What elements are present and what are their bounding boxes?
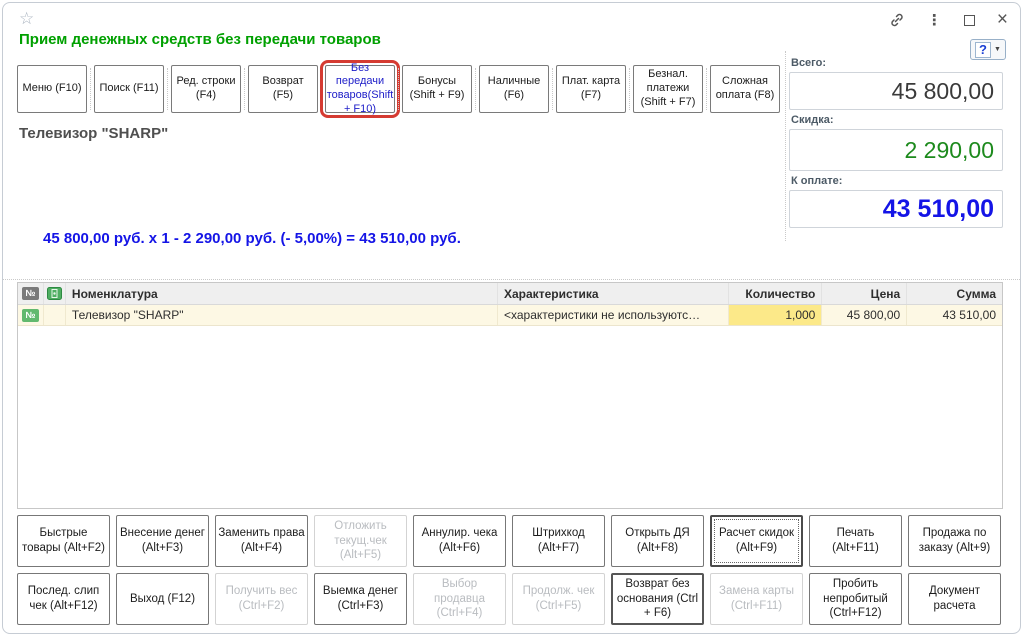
current-item-title: Телевизор "SHARP" [19, 125, 168, 142]
no-goods-transfer-button[interactable]: Без передачи товаров(Shift + F10) [325, 65, 395, 113]
complex-payment-button[interactable]: Сложная оплата (F8) [710, 65, 780, 113]
window-controls: ⋮ × [889, 11, 1008, 29]
row-number-icon: № [22, 287, 38, 300]
cashless-payments-button[interactable]: Безнал. платежи (Shift + F7) [633, 65, 703, 113]
pos-window: ☆ ⋮ × Прием денежных средств без передач… [2, 2, 1021, 634]
money-icon [47, 287, 62, 300]
more-menu-icon[interactable]: ⋮ [927, 11, 942, 29]
payment-card-button[interactable]: Плат. карта (F7) [556, 65, 626, 113]
return-without-basis-button[interactable]: Возврат без основания (Ctrl + F6) [611, 573, 704, 625]
replace-card-button: Замена карты (Ctrl+F11) [710, 573, 803, 625]
command-toolbar: Меню (F10) Поиск (F11) Ред. строки (F4) … [17, 65, 783, 113]
search-button[interactable]: Поиск (F11) [94, 65, 164, 113]
calc-discounts-button[interactable]: Расчет скидок (Alt+F9) [710, 515, 803, 567]
total-field: 45 800,00 [789, 72, 1003, 110]
print-button[interactable]: Печать (Alt+F11) [809, 515, 902, 567]
link-icon[interactable] [889, 12, 905, 28]
settlement-document-button[interactable]: Документ расчета [908, 573, 1001, 625]
discount-label: Скидка: [791, 114, 1003, 126]
sum-column-header[interactable]: Сумма [907, 283, 1002, 304]
row-money-cell [44, 305, 66, 325]
table-divider [3, 279, 1020, 280]
price-calculation-formula: 45 800,00 руб. x 1 - 2 290,00 руб. (- 5,… [43, 230, 461, 247]
total-label: Всего: [791, 57, 1003, 69]
row-number-badge: № [22, 309, 38, 322]
sale-by-order-button[interactable]: Продажа по заказу (Alt+9) [908, 515, 1001, 567]
price-column-header[interactable]: Цена [822, 283, 907, 304]
table-row[interactable]: № Телевизор "SHARP" <характеристики не и… [18, 305, 1002, 326]
bottom-buttons-row2: Послед. слип чек (Alt+F12) Выход (F12) П… [17, 573, 1001, 625]
quantity-cell[interactable]: 1,000 [729, 305, 823, 325]
money-column-header [44, 283, 66, 304]
quantity-column-header[interactable]: Количество [729, 283, 823, 304]
change-rights-button[interactable]: Заменить права (Alt+F4) [215, 515, 308, 567]
return-button[interactable]: Возврат (F5) [248, 65, 318, 113]
withdraw-money-button[interactable]: Выемка денег (Ctrl+F3) [314, 573, 407, 625]
select-seller-button: Выбор продавца (Ctrl+F4) [413, 573, 506, 625]
quick-goods-button[interactable]: Быстрые товары (Alt+F2) [17, 515, 110, 567]
row-number-cell: № [18, 305, 44, 325]
deposit-money-button[interactable]: Внесение денег (Alt+F3) [116, 515, 209, 567]
bonuses-button[interactable]: Бонусы (Shift + F9) [402, 65, 472, 113]
price-cell[interactable]: 45 800,00 [822, 305, 907, 325]
barcode-button[interactable]: Штрихкод (Alt+F7) [512, 515, 605, 567]
page-title: Прием денежных средств без передачи това… [19, 31, 381, 48]
edit-row-button[interactable]: Ред. строки (F4) [171, 65, 241, 113]
payable-field: 43 510,00 [789, 190, 1003, 228]
totals-panel: Всего: 45 800,00 Скидка: 2 290,00 К опла… [789, 53, 1003, 228]
nomenclature-column-header[interactable]: Номенклатура [66, 283, 498, 304]
discount-field: 2 290,00 [789, 129, 1003, 171]
void-receipt-button[interactable]: Аннулир. чека (Alt+F6) [413, 515, 506, 567]
nomenclature-cell[interactable]: Телевизор "SHARP" [66, 305, 498, 325]
last-slip-button[interactable]: Послед. слип чек (Alt+F12) [17, 573, 110, 625]
maximize-icon[interactable] [964, 15, 975, 26]
get-weight-button: Получить вес (Ctrl+F2) [215, 573, 308, 625]
characteristic-cell[interactable]: <характеристики не используютс… [498, 305, 729, 325]
continue-receipt-button: Продолж. чек (Ctrl+F5) [512, 573, 605, 625]
bottom-buttons-row1: Быстрые товары (Alt+F2) Внесение денег (… [17, 515, 1001, 567]
number-column-header: № [18, 283, 44, 304]
chevron-down-icon: ▼ [994, 46, 1001, 53]
open-drawer-button[interactable]: Открыть ДЯ (Alt+F8) [611, 515, 704, 567]
close-icon[interactable]: × [997, 14, 1008, 26]
exit-button[interactable]: Выход (F12) [116, 573, 209, 625]
favorite-star-icon[interactable]: ☆ [19, 9, 34, 29]
table-header-row: № Номенклатура Характеристика Количество… [18, 283, 1002, 305]
characteristic-column-header[interactable]: Характеристика [498, 283, 729, 304]
items-table[interactable]: № Номенклатура Характеристика Количество… [17, 282, 1003, 509]
postpone-receipt-button: Отложить текущ.чек (Alt+F5) [314, 515, 407, 567]
punch-unpunched-button[interactable]: Пробить непробитый (Ctrl+F12) [809, 573, 902, 625]
menu-button[interactable]: Меню (F10) [17, 65, 87, 113]
sum-cell[interactable]: 43 510,00 [907, 305, 1002, 325]
cash-button[interactable]: Наличные (F6) [479, 65, 549, 113]
payable-label: К оплате: [791, 175, 1003, 187]
panel-divider [785, 51, 786, 241]
